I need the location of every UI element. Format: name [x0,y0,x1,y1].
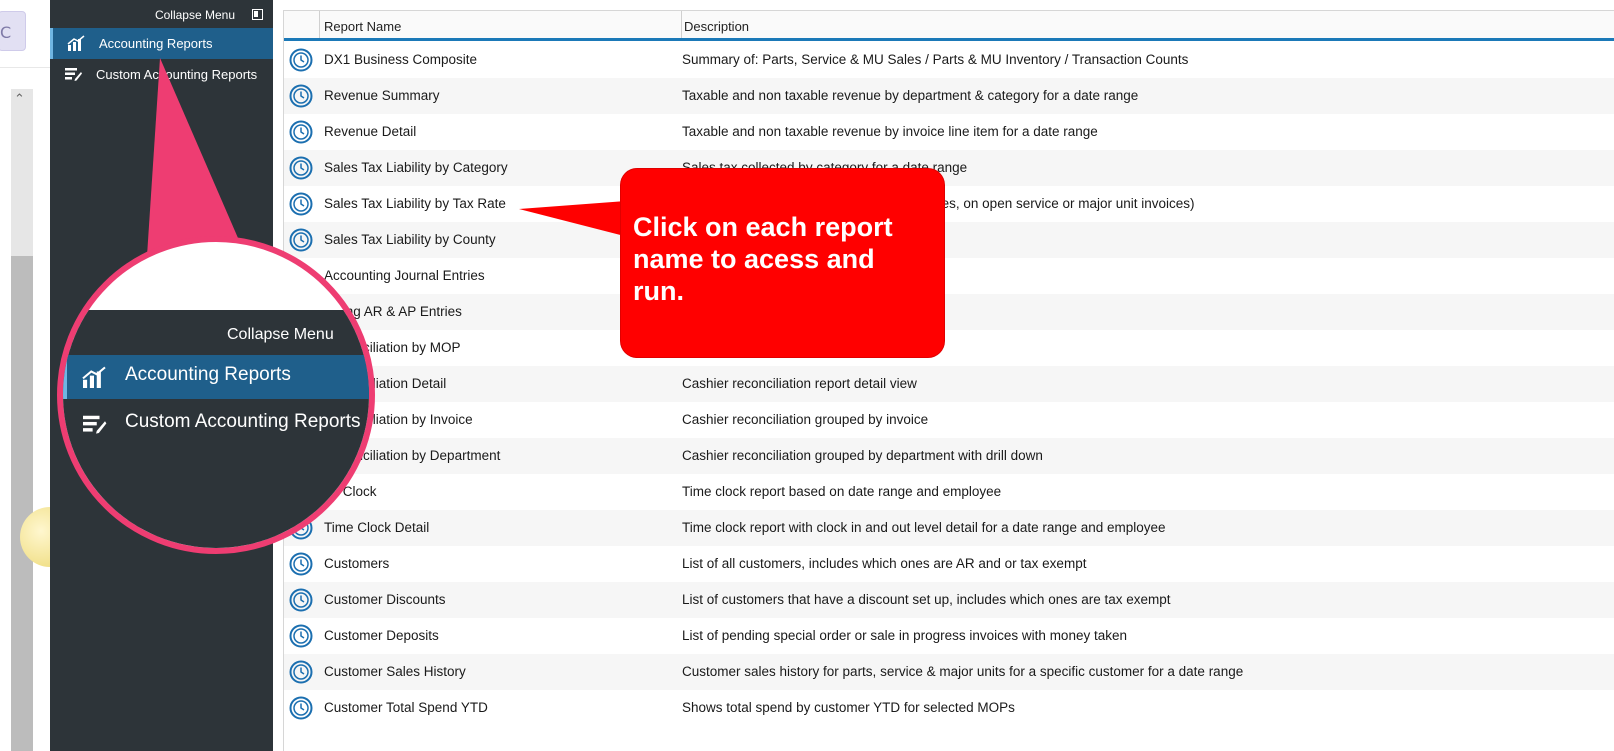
table-row[interactable]: Reconciliation by MOPn drill down [284,330,1614,366]
report-description: List of all customers, includes which on… [682,556,1087,571]
chart-icon [82,366,106,388]
table-row[interactable]: Sales Tax Liability by Category Sales tax… [284,150,1614,186]
magnified-item-label: Custom Accounting Reports [125,411,361,432]
report-description: Summary of: Parts, Service & MU Sales / … [682,52,1189,67]
clock-icon[interactable] [289,696,313,720]
report-description: Taxable and non taxable revenue by depar… [682,88,1139,103]
table-row[interactable]: DX1 Business Composite Summary of: Parts,… [284,42,1614,78]
column-separator [319,11,320,38]
clock-icon[interactable] [289,624,313,648]
table-row[interactable]: Time Clock Detail Time clock report with … [284,510,1614,546]
report-description: List of pending special order or sale in… [682,628,1127,643]
sidebar-item-custom-accounting-reports[interactable]: Custom Accounting Reports [50,59,273,90]
clock-icon[interactable] [289,156,313,180]
report-name-link[interactable]: Sales Tax Liability by Category [324,160,508,175]
report-name-link[interactable]: Revenue Detail [324,124,416,139]
clock-icon[interactable] [289,120,313,144]
report-name-link[interactable]: Customer Deposits [324,628,439,643]
report-name-link[interactable]: Accounting Journal Entries [324,268,485,283]
magnified-collapse-label: Collapse Menu [227,326,334,343]
report-description: Cashier reconciliation report detail vie… [682,376,917,391]
report-description: List of customers that have a discount s… [682,592,1171,607]
main-content: Report Name Description DX1 Business Com… [273,0,1614,751]
column-separator [681,11,682,38]
table-row[interactable]: Reconciliation by Invoice Cashier reconci… [284,402,1614,438]
sidebar-item-label: Custom Accounting Reports [96,67,258,82]
scroll-up-icon[interactable]: ⌃ [14,92,25,107]
edit-list-icon [65,68,82,81]
left-input-text: C [0,23,12,42]
magnifier-circle: Collapse Menu Accounting Reports Custom … [57,236,375,554]
sidebar-item-label: Accounting Reports [99,36,213,51]
clock-icon[interactable] [289,660,313,684]
table-row[interactable]: Reconciliation by Department Cashier reco… [284,438,1614,474]
table-row[interactable]: Customer Sales History Customer sales his… [284,654,1614,690]
collapse-menu-label: Collapse Menu [154,8,235,22]
report-description: Time clock report based on date range an… [682,484,1002,499]
table-row[interactable]: Customer Discounts List of customers that… [284,582,1614,618]
report-name-link[interactable]: DX1 Business Composite [324,52,477,67]
table-row[interactable]: Customers List of all customers, includes… [284,546,1614,582]
clock-icon[interactable] [289,588,313,612]
table-row[interactable]: Revenue Summary Taxable and non taxable r… [284,78,1614,114]
left-panel: C ⌃ [0,0,80,751]
table-row[interactable]: Customer Total Spend YTD Shows total spen… [284,690,1614,726]
divider [0,67,50,68]
clock-icon[interactable] [289,228,313,252]
table-header: Report Name Description [284,11,1614,41]
column-header-description[interactable]: Description [684,19,749,34]
report-description: Shows total spend by customer YTD for se… [682,700,1015,715]
table-row[interactable]: ne ClockTime clock report based on date … [284,474,1614,510]
report-name-link[interactable]: Customer Total Spend YTD [324,700,488,715]
callout-text: Click on each report name to acess and r… [633,212,893,306]
magnified-item-label: Accounting Reports [125,364,291,385]
chart-icon [67,35,85,51]
report-name-link[interactable]: Customer Sales History [324,664,466,679]
report-description: Cashier reconciliation grouped by invoic… [682,412,929,427]
table-row[interactable]: Reconciliation Detail Cashier reconciliat… [284,366,1614,402]
table-row[interactable]: Sales Tax Liability by Tax Ratege (does … [284,186,1614,222]
collapse-panel-icon[interactable] [252,9,263,20]
report-description: Cashier reconciliation grouped by depart… [682,448,1043,463]
report-description: Customer sales history for parts, servic… [682,664,1244,679]
report-description: Taxable and non taxable revenue by invoi… [682,124,1098,139]
table-row[interactable]: Customer Deposits List of pending special… [284,618,1614,654]
clock-icon[interactable] [289,84,313,108]
collapse-menu-button[interactable]: Collapse Menu [50,0,273,28]
table-row[interactable]: Accounting Journal Entriesate range [284,258,1614,294]
reports-table: Report Name Description DX1 Business Com… [283,10,1614,751]
table-row[interactable]: Revenue Detail Taxable and non taxable re… [284,114,1614,150]
report-name-link[interactable]: Customer Discounts [324,592,446,607]
scrollbar-thumb[interactable] [11,256,33,751]
report-name-link[interactable]: Customers [324,556,389,571]
report-name-link[interactable]: Sales Tax Liability by County [324,232,496,247]
table-row[interactable]: Sales Tax Liability by Countyge [284,222,1614,258]
clock-icon[interactable] [289,552,313,576]
report-description: Time clock report with clock in and out … [682,520,1166,535]
clock-icon[interactable] [289,48,313,72]
table-row[interactable]: unting AR & AP Entriesdate range [284,294,1614,330]
callout-box: Click on each report name to acess and r… [621,169,944,357]
sidebar-item-accounting-reports[interactable]: Accounting Reports [50,28,273,59]
edit-list-icon [83,415,107,434]
report-name-link[interactable]: Revenue Summary [324,88,440,103]
column-header-report-name[interactable]: Report Name [324,19,401,34]
report-name-link[interactable]: Sales Tax Liability by Tax Rate [324,196,506,211]
clock-icon[interactable] [289,192,313,216]
